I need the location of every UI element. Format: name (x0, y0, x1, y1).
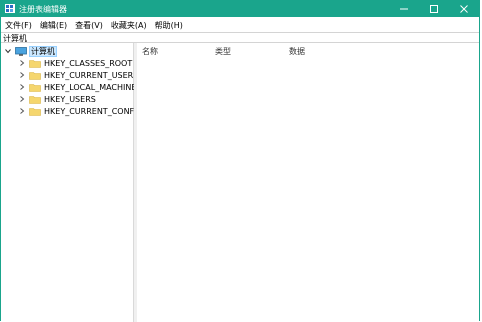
regedit-icon (5, 4, 15, 13)
key-tree-pane[interactable]: 计算机 HKEY_CLASSES_ROOT HKEY_CURRENT_USER (1, 43, 143, 322)
minimize-icon (400, 8, 408, 10)
tree-item-hklm[interactable]: HKEY_LOCAL_MACHINE (17, 81, 136, 93)
folder-icon (29, 83, 41, 92)
computer-icon (15, 46, 27, 56)
tree-item-label: HKEY_LOCAL_MACHINE (44, 82, 137, 92)
chevron-right-icon[interactable] (17, 70, 27, 80)
menu-edit[interactable]: 编辑(E) (36, 20, 71, 31)
chevron-right-icon[interactable] (17, 94, 27, 104)
values-list-pane[interactable]: 名称 类型 数据 (137, 43, 479, 322)
column-header-type[interactable]: 类型 (215, 46, 231, 57)
address-path[interactable]: 计算机 (3, 34, 27, 43)
folder-icon (29, 59, 41, 68)
chevron-right-icon[interactable] (17, 82, 27, 92)
menu-file[interactable]: 文件(F) (1, 20, 36, 31)
address-bar[interactable]: 计算机 (1, 32, 479, 43)
tree-item-hkcr[interactable]: HKEY_CLASSES_ROOT (17, 57, 132, 69)
menu-view[interactable]: 查看(V) (71, 20, 107, 31)
minimize-button[interactable] (389, 1, 419, 17)
chevron-right-icon[interactable] (17, 58, 27, 68)
chevron-right-icon[interactable] (17, 106, 27, 116)
folder-icon (29, 95, 41, 104)
menu-favorites[interactable]: 收藏夹(A) (107, 20, 151, 31)
tree-item-hku[interactable]: HKEY_USERS (17, 93, 96, 105)
folder-icon (29, 107, 41, 116)
column-header-name[interactable]: 名称 (142, 46, 158, 57)
close-icon (460, 5, 468, 13)
maximize-icon (430, 5, 438, 13)
menu-help[interactable]: 帮助(H) (151, 20, 187, 31)
tree-item-label: HKEY_USERS (44, 94, 96, 104)
window-title: 注册表编辑器 (19, 5, 67, 14)
tree-item-label: HKEY_CLASSES_ROOT (44, 58, 133, 68)
close-button[interactable] (449, 1, 479, 17)
column-header-data[interactable]: 数据 (289, 46, 305, 57)
tree-item-label: HKEY_CURRENT_USER (44, 70, 134, 80)
chevron-down-icon[interactable] (3, 46, 13, 56)
maximize-button[interactable] (419, 1, 449, 17)
registry-editor-window: 注册表编辑器 文件(F) 编辑(E) 查看(V) 收藏夹(A) 帮助(H) 计算… (0, 0, 480, 322)
tree-item-hkcu[interactable]: HKEY_CURRENT_USER (17, 69, 133, 81)
folder-icon (29, 71, 41, 80)
title-bar[interactable]: 注册表编辑器 (1, 1, 479, 17)
tree-item-hkcc[interactable]: HKEY_CURRENT_CONFIG (17, 105, 143, 117)
menu-bar: 文件(F) 编辑(E) 查看(V) 收藏夹(A) 帮助(H) (1, 18, 479, 32)
tree-root-label: 计算机 (29, 45, 57, 57)
tree-root-computer[interactable]: 计算机 (3, 45, 57, 57)
tree-item-label: HKEY_CURRENT_CONFIG (44, 106, 143, 116)
